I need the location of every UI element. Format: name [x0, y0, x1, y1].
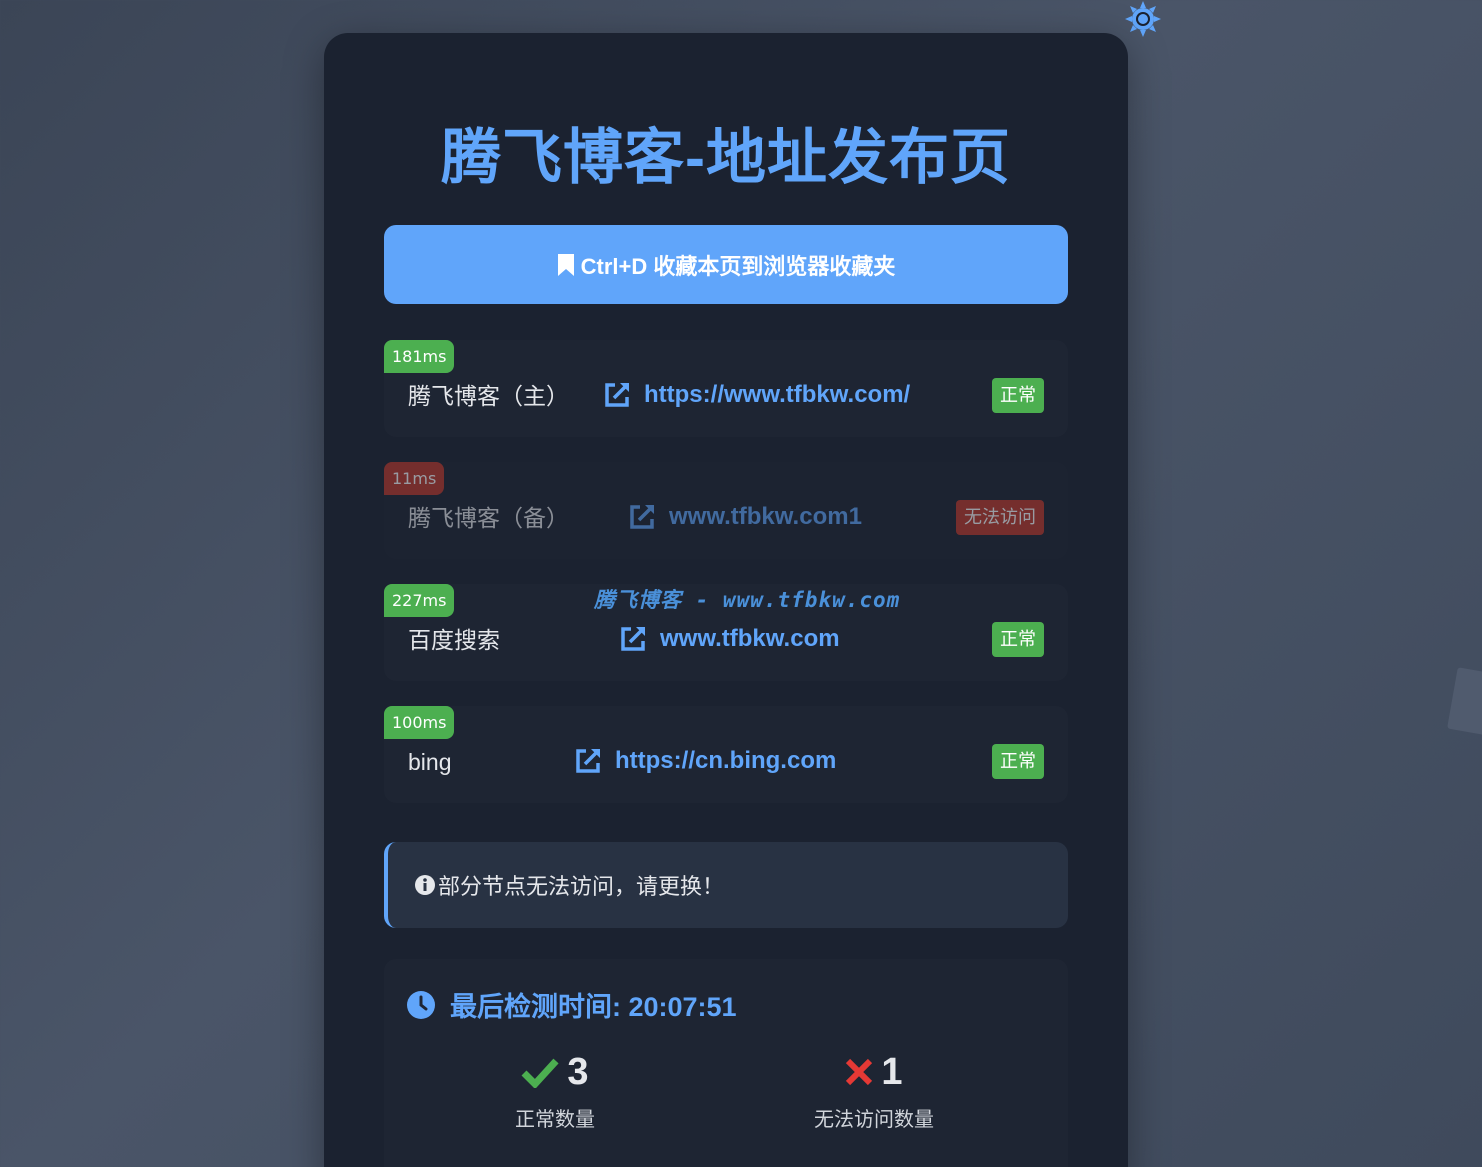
latency-badge: 100ms — [384, 706, 455, 739]
site-name: 百度搜索 — [408, 627, 500, 653]
site-item: 100ms bing https://cn.bing.com 正常 — [384, 706, 1068, 803]
status-badge: 正常 — [992, 378, 1044, 413]
site-url: www.tfbkw.com — [660, 625, 840, 652]
ok-count-row: 3 — [455, 1049, 655, 1095]
external-link-icon — [605, 383, 629, 407]
stats-box: 最后检测时间: 20:07:51 3 正常数量 1 无法访问数量 — [384, 959, 1068, 1167]
bookmark-button-label: Ctrl+D 收藏本页到浏览器收藏夹 — [580, 253, 896, 279]
site-name: 腾飞博客（备） — [408, 505, 569, 531]
site-name: bing — [408, 749, 452, 775]
status-badge: 正常 — [992, 744, 1044, 779]
latency-badge: 11ms — [384, 462, 445, 495]
site-link[interactable]: https://cn.bing.com — [573, 744, 836, 778]
site-url: www.tfbkw.com1 — [669, 503, 862, 530]
decorative-square — [1447, 667, 1482, 739]
watermark-text: 腾飞博客 - www.tfbkw.com — [594, 588, 901, 612]
notice-box: 部分节点无法访问，请更换！ — [384, 842, 1068, 928]
site-link[interactable]: https://www.tfbkw.com/ — [602, 378, 910, 412]
status-badge: 无法访问 — [956, 500, 1044, 535]
x-icon — [846, 1058, 873, 1086]
main-card: 腾飞博客-地址发布页 Ctrl+D 收藏本页到浏览器收藏夹 181ms 腾飞博客… — [324, 33, 1128, 1167]
ok-count: 3 — [567, 1050, 589, 1093]
site-item: 11ms 腾飞博客（备） www.tfbkw.com1 无法访问 — [384, 462, 1068, 559]
site-url: https://www.tfbkw.com/ — [644, 381, 911, 408]
bad-count-row: 1 — [774, 1049, 974, 1095]
external-link-icon — [630, 505, 654, 529]
site-link[interactable]: www.tfbkw.com — [618, 622, 840, 656]
bookmark-button[interactable]: Ctrl+D 收藏本页到浏览器收藏夹 — [384, 225, 1068, 304]
check-time-text: 最后检测时间: 20:07:51 — [450, 992, 737, 1022]
external-link-icon — [621, 627, 645, 651]
bookmark-icon — [557, 253, 574, 276]
site-url: https://cn.bing.com — [615, 747, 837, 774]
check-time: 最后检测时间: 20:07:51 — [406, 985, 737, 1024]
site-name: 腾飞博客（主） — [408, 383, 569, 409]
status-badge: 正常 — [992, 622, 1044, 657]
ok-stat: 3 正常数量 — [455, 1049, 655, 1132]
external-link-icon — [576, 749, 600, 773]
sun-icon — [1125, 1, 1161, 37]
site-list: 181ms 腾飞博客（主） https://www.tfbkw.com/ 正常 … — [384, 340, 1068, 828]
bad-count: 1 — [881, 1050, 903, 1093]
theme-toggle-button[interactable] — [1124, 0, 1162, 38]
notice-text: 部分节点无法访问，请更换！ — [438, 874, 725, 899]
latency-badge: 181ms — [384, 340, 455, 373]
site-link[interactable]: www.tfbkw.com1 — [627, 500, 862, 534]
clock-icon — [407, 990, 435, 1019]
ok-label: 正常数量 — [515, 1109, 595, 1131]
bad-stat: 1 无法访问数量 — [774, 1049, 974, 1132]
info-icon — [415, 875, 435, 895]
site-item: 腾飞博客 - www.tfbkw.com 227ms 百度搜索 www.tfbk… — [384, 584, 1068, 681]
latency-badge: 227ms — [384, 584, 455, 617]
check-icon — [521, 1058, 560, 1088]
site-item: 181ms 腾飞博客（主） https://www.tfbkw.com/ 正常 — [384, 340, 1068, 437]
page-title: 腾飞博客-地址发布页 — [441, 124, 1011, 191]
bad-label: 无法访问数量 — [814, 1109, 934, 1131]
